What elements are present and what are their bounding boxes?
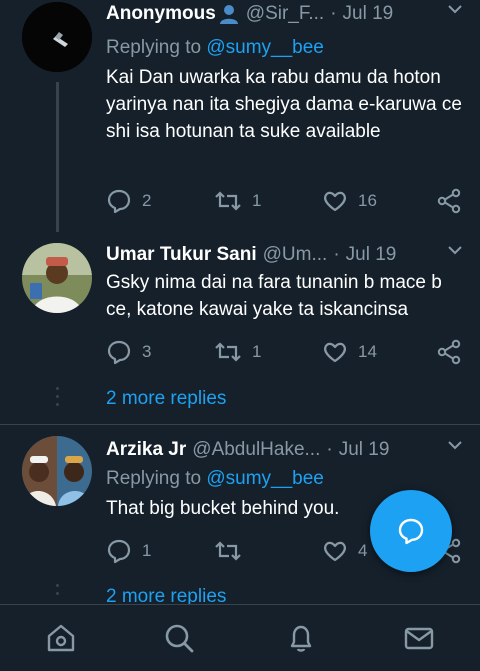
- heart-icon: [324, 541, 346, 562]
- replying-to: Replying to @sumy__bee: [106, 37, 324, 59]
- heart-icon: [324, 342, 346, 363]
- share-button[interactable]: [436, 187, 462, 215]
- retweet-button[interactable]: 1: [214, 187, 261, 215]
- search-icon: [165, 624, 194, 653]
- tweet-text: Kai Dan uwarka ka rabu damu da hoton yar…: [106, 67, 462, 142]
- mention-link[interactable]: @sumy__bee: [206, 468, 324, 489]
- replying-prefix: Replying to: [106, 468, 202, 489]
- like-button[interactable]: 14: [322, 338, 377, 366]
- reply-button[interactable]: 3: [106, 338, 151, 366]
- chevron-down-icon[interactable]: [448, 245, 462, 255]
- more-replies-link[interactable]: 2 more replies: [106, 388, 226, 410]
- retweet-count: 1: [252, 342, 262, 361]
- chevron-down-icon[interactable]: [448, 4, 462, 14]
- compose-reply-icon: [398, 518, 424, 545]
- retweet-button[interactable]: [214, 537, 252, 565]
- reply-count: 1: [142, 541, 152, 560]
- retweet-count: 1: [252, 191, 262, 210]
- share-icon: [437, 188, 461, 214]
- tweet-date[interactable]: Jul 19: [343, 3, 394, 25]
- more-replies-dots: [56, 584, 59, 600]
- replying-to: Replying to @sumy__bee: [106, 468, 324, 490]
- bottom-nav: [0, 604, 480, 671]
- reply-count: 2: [142, 191, 152, 210]
- separator-dot: ·: [326, 439, 333, 460]
- tweet-header: Anonymous @Sir_F... · Jul 19: [106, 0, 480, 28]
- like-button[interactable]: 4: [322, 537, 367, 565]
- separator-dot: ·: [330, 3, 337, 24]
- notifications-icon: [290, 625, 312, 652]
- like-count: 16: [358, 191, 377, 210]
- home-icon: [47, 624, 75, 652]
- tweet-date[interactable]: Jul 19: [346, 244, 397, 266]
- nav-search[interactable]: [162, 621, 196, 655]
- retweet-icon: [215, 342, 241, 362]
- display-name[interactable]: Arzika Jr: [106, 439, 186, 461]
- divider: [0, 424, 480, 425]
- avatar[interactable]: [22, 436, 92, 506]
- tweet-umar[interactable]: Umar Tukur Sani @Um... · Jul 19 Gsky nim…: [0, 241, 480, 376]
- tweet-date[interactable]: Jul 19: [339, 439, 390, 461]
- thread-line: [56, 82, 59, 232]
- tweet-text: Gsky nima dai na fara tunanin b mace b c…: [106, 272, 442, 320]
- avatar[interactable]: [22, 2, 92, 72]
- user-handle[interactable]: @Um...: [263, 244, 328, 266]
- reply-icon: [107, 539, 131, 564]
- tweet-anonymous[interactable]: Anonymous @Sir_F... · Jul 19 Replying to…: [0, 0, 480, 225]
- nav-home[interactable]: [44, 621, 78, 655]
- separator-dot: ·: [333, 244, 340, 265]
- like-button[interactable]: 16: [322, 187, 377, 215]
- reply-button[interactable]: 1: [106, 537, 151, 565]
- share-button[interactable]: [436, 338, 462, 366]
- tweet-actions: 2 1 16: [106, 187, 462, 215]
- reply-count: 3: [142, 342, 152, 361]
- more-replies-dots: [56, 387, 59, 411]
- avatar[interactable]: [22, 243, 92, 313]
- like-count: 4: [358, 541, 368, 560]
- nav-messages[interactable]: [402, 621, 436, 655]
- chevron-down-icon[interactable]: [448, 440, 462, 450]
- replying-prefix: Replying to: [106, 37, 202, 58]
- user-handle[interactable]: @AbdulHake...: [192, 439, 320, 461]
- reply-icon: [107, 340, 131, 365]
- retweet-button[interactable]: 1: [214, 338, 261, 366]
- mention-link[interactable]: @sumy__bee: [206, 37, 324, 58]
- tweet-actions: 3 1 14: [106, 338, 462, 366]
- nav-notifications[interactable]: [284, 621, 318, 655]
- like-count: 14: [358, 342, 377, 361]
- user-handle[interactable]: @Sir_F...: [246, 3, 324, 25]
- retweet-icon: [215, 541, 241, 561]
- reply-icon: [107, 189, 131, 214]
- reply-button[interactable]: 2: [106, 187, 151, 215]
- tweet-header: Arzika Jr @AbdulHake... · Jul 19: [106, 436, 480, 464]
- retweet-icon: [215, 191, 241, 211]
- display-name[interactable]: Umar Tukur Sani: [106, 244, 257, 266]
- tweet-header: Umar Tukur Sani @Um... · Jul 19: [106, 241, 480, 269]
- bust-in-silhouette-icon: [218, 3, 240, 25]
- display-name[interactable]: Anonymous: [106, 3, 216, 25]
- heart-icon: [324, 191, 346, 212]
- messages-icon: [404, 627, 434, 650]
- share-icon: [437, 339, 461, 365]
- compose-reply-button[interactable]: [370, 490, 452, 572]
